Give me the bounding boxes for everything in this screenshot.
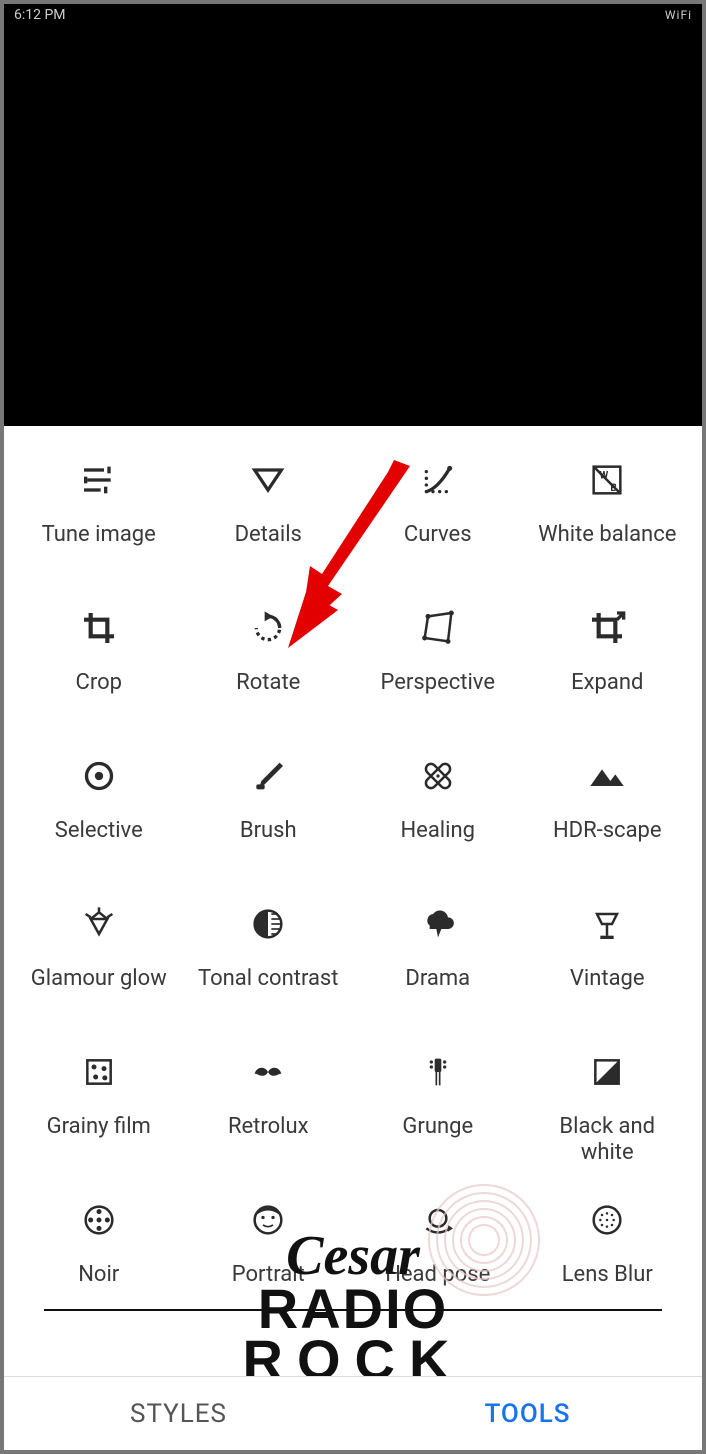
tool-perspective[interactable]: Perspective	[353, 604, 523, 724]
tab-tools[interactable]: TOOLS	[353, 1377, 702, 1450]
brush-icon	[244, 752, 292, 800]
status-time: 6:12 PM	[14, 7, 66, 23]
guitar-head-icon	[414, 1048, 462, 1096]
app-frame: 6:12 PM WiFi Tune image Details Curves WB Wh…	[0, 0, 706, 1454]
crop-icon	[75, 604, 123, 652]
tool-black-and-white[interactable]: Black and white	[523, 1048, 693, 1168]
curves-icon	[414, 456, 462, 504]
lamp-icon	[583, 900, 631, 948]
tool-label: Head pose	[385, 1262, 490, 1288]
tool-brush[interactable]: Brush	[184, 752, 354, 872]
tool-label: Lens Blur	[562, 1262, 653, 1288]
tool-label: Noir	[78, 1262, 119, 1288]
wb-icon: WB	[583, 456, 631, 504]
tool-tune-image[interactable]: Tune image	[14, 456, 184, 576]
face-icon	[244, 1196, 292, 1244]
tool-label: Brush	[240, 818, 297, 844]
tool-label: Portrait	[232, 1262, 305, 1288]
tool-label: White balance	[538, 522, 676, 548]
tool-label: Black and white	[532, 1114, 682, 1167]
mustache-icon	[244, 1048, 292, 1096]
tool-grunge[interactable]: Grunge	[353, 1048, 523, 1168]
tool-label: Curves	[404, 522, 472, 548]
tool-label: Vintage	[570, 966, 645, 992]
tool-hdr-scape[interactable]: HDR-scape	[523, 752, 693, 872]
tool-selective[interactable]: Selective	[14, 752, 184, 872]
tool-label: Grainy film	[47, 1114, 151, 1140]
bandage-icon	[414, 752, 462, 800]
tool-tonal-contrast[interactable]: Tonal contrast	[184, 900, 354, 1020]
tool-label: Tonal contrast	[198, 966, 339, 992]
tool-label: Expand	[571, 670, 643, 696]
tool-vintage[interactable]: Vintage	[523, 900, 693, 1020]
diamond-shine-icon	[75, 900, 123, 948]
half-circle-icon	[244, 900, 292, 948]
tool-label: Details	[235, 522, 302, 548]
tool-label: Crop	[76, 670, 122, 696]
tool-label: Perspective	[381, 670, 495, 696]
tab-styles[interactable]: STYLES	[4, 1377, 353, 1450]
tool-label: Glamour glow	[31, 966, 167, 992]
film-dots-icon	[75, 1048, 123, 1096]
svg-text:W: W	[600, 470, 609, 481]
tools-panel: Tune image Details Curves WB White balance Cr…	[4, 426, 702, 1376]
tool-label: Retrolux	[228, 1114, 309, 1140]
head-rotate-icon	[414, 1196, 462, 1244]
perspective-icon	[414, 604, 462, 652]
tool-label: Grunge	[402, 1114, 473, 1140]
tool-label: HDR-scape	[553, 818, 662, 844]
tool-details[interactable]: Details	[184, 456, 354, 576]
expand-icon	[583, 604, 631, 652]
tool-drama[interactable]: Drama	[353, 900, 523, 1020]
tools-grid: Tune image Details Curves WB White balance Cr…	[4, 426, 702, 1326]
tool-lens-blur[interactable]: Lens Blur	[523, 1196, 693, 1316]
tool-label: Selective	[55, 818, 143, 844]
reel-icon	[75, 1196, 123, 1244]
tool-label: Drama	[405, 966, 470, 992]
rotate-icon	[244, 604, 292, 652]
tool-grainy-film[interactable]: Grainy film	[14, 1048, 184, 1168]
tool-glamour-glow[interactable]: Glamour glow	[14, 900, 184, 1020]
bw-square-icon	[583, 1048, 631, 1096]
tool-retrolux[interactable]: Retrolux	[184, 1048, 354, 1168]
image-preview[interactable]	[4, 26, 702, 426]
blur-circle-icon	[583, 1196, 631, 1244]
tool-healing[interactable]: Healing	[353, 752, 523, 872]
tool-noir[interactable]: Noir	[14, 1196, 184, 1316]
bottom-tabs: STYLES TOOLS	[4, 1376, 702, 1450]
status-bar: 6:12 PM WiFi	[4, 4, 702, 26]
status-wifi: WiFi	[665, 8, 692, 22]
tool-white-balance[interactable]: WB White balance	[523, 456, 693, 576]
tool-curves[interactable]: Curves	[353, 456, 523, 576]
sliders-icon	[75, 456, 123, 504]
status-right: WiFi	[665, 8, 692, 22]
svg-text:B: B	[611, 483, 617, 494]
mountains-icon	[583, 752, 631, 800]
tool-expand[interactable]: Expand	[523, 604, 693, 724]
cloud-bolt-icon	[414, 900, 462, 948]
tool-head-pose[interactable]: Head pose	[353, 1196, 523, 1316]
target-icon	[75, 752, 123, 800]
tool-label: Rotate	[236, 670, 300, 696]
tool-label: Tune image	[42, 522, 156, 548]
tool-rotate[interactable]: Rotate	[184, 604, 354, 724]
tool-portrait[interactable]: Portrait	[184, 1196, 354, 1316]
tool-crop[interactable]: Crop	[14, 604, 184, 724]
triangle-down-icon	[244, 456, 292, 504]
tool-label: Healing	[400, 818, 475, 844]
